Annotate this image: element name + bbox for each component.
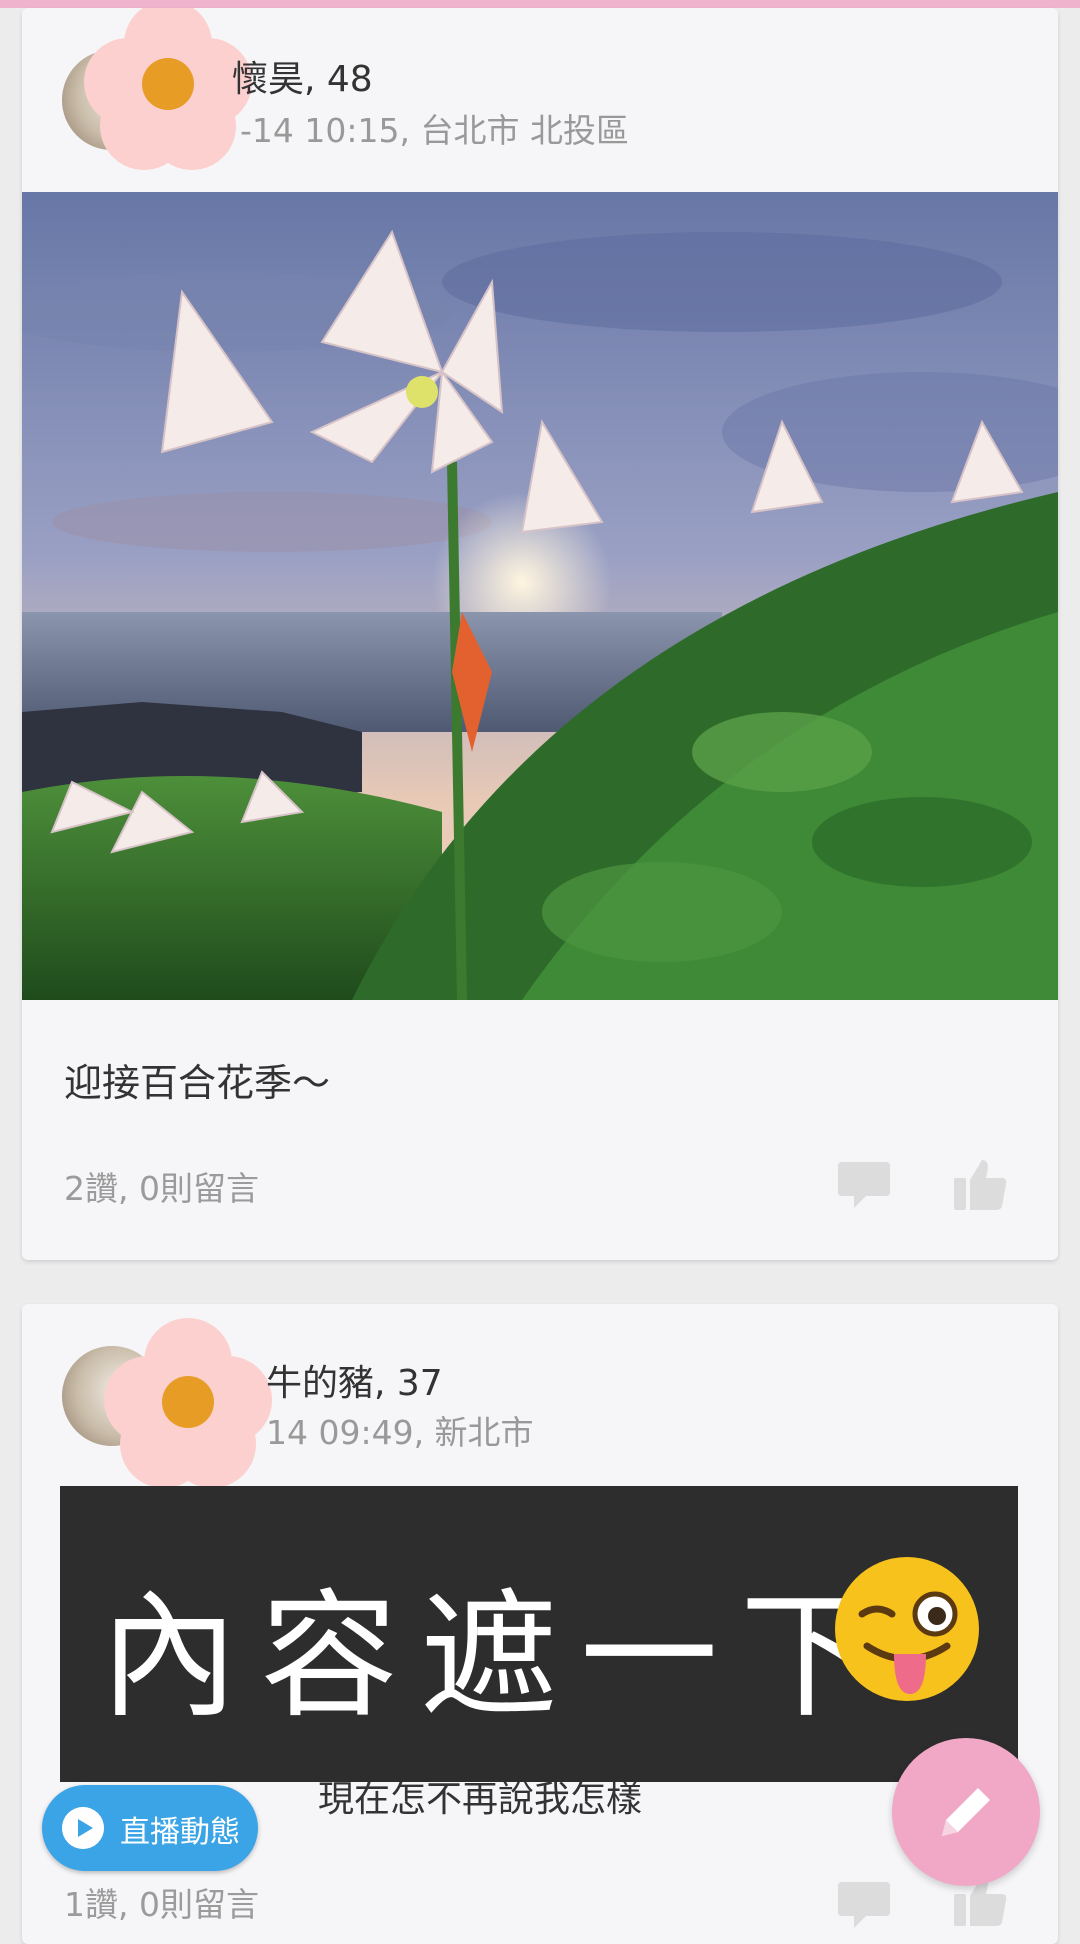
post-image[interactable] — [22, 192, 1058, 1000]
live-feed-label: 直播動態 — [120, 1815, 240, 1850]
post-stats: 1讚, 0則留言 — [64, 1885, 259, 1924]
winking-tongue-emoji-icon — [835, 1557, 979, 1701]
flower-sticker-icon — [84, 8, 252, 170]
compose-post-button[interactable] — [892, 1738, 1040, 1886]
mask-text: 內容遮一下 — [100, 1576, 901, 1737]
flower-sticker-icon — [104, 1318, 272, 1488]
post-stats: 2讚, 0則留言 — [64, 1169, 259, 1208]
live-feed-button[interactable]: 直播動態 — [42, 1785, 258, 1871]
post-meta: -14 10:15, 台北市 北投區 — [240, 111, 629, 150]
post-author[interactable]: 懷昊, 48 — [232, 50, 373, 102]
top-accent-bar — [0, 0, 1080, 8]
content-mask-overlay: 內容遮一下 — [60, 1486, 1018, 1782]
post-text: 迎接百合花季～ — [64, 1061, 331, 1105]
pencil-icon — [942, 1788, 990, 1836]
like-icon[interactable] — [952, 1156, 1008, 1212]
post-card[interactable]: 懷昊, 48 -14 10:15, 台北市 北投區 迎接百合花季～ 2讚, 0則… — [22, 8, 1058, 1260]
comment-icon[interactable] — [836, 1160, 892, 1212]
comment-icon[interactable] — [836, 1880, 892, 1932]
post-author[interactable]: 牛的豬, 37 — [266, 1354, 443, 1406]
post-meta: 14 09:49, 新北市 — [266, 1413, 534, 1452]
play-circle-icon — [62, 1807, 104, 1849]
